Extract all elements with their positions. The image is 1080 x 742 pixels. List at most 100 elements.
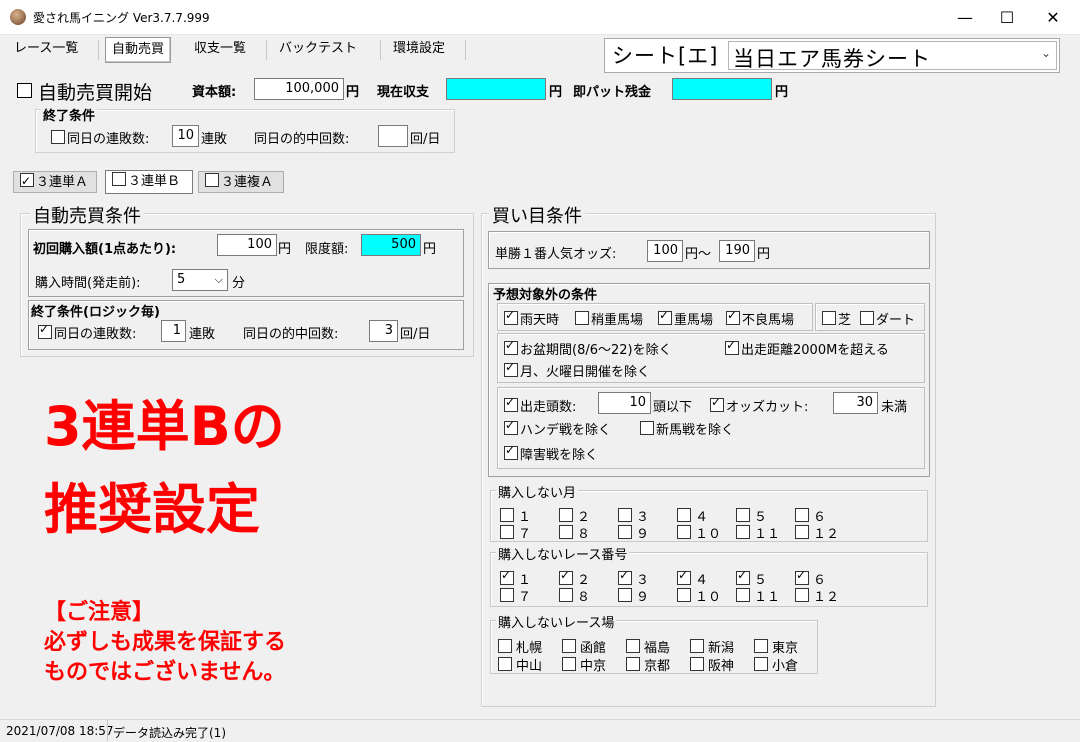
close-button[interactable]: ✕ — [1030, 0, 1076, 34]
month-checkbox[interactable] — [677, 525, 691, 539]
runners-input[interactable]: 10 — [598, 392, 651, 414]
surface-dirt-checkbox[interactable] — [860, 311, 874, 325]
favorite-odds-max-input[interactable]: 190 — [719, 240, 755, 262]
venue-checkbox[interactable] — [626, 657, 640, 671]
favorite-odds-min-input[interactable]: 100 — [647, 240, 683, 262]
end-streak-checkbox[interactable] — [51, 130, 65, 144]
logic-streak-checkbox[interactable] — [38, 322, 52, 339]
venue-checkbox[interactable] — [690, 657, 704, 671]
month-checkbox[interactable] — [736, 525, 750, 539]
race-number-toggle[interactable]: ７ — [500, 586, 531, 605]
weather-rain-toggle[interactable]: 雨天時 — [504, 308, 559, 328]
month-checkbox[interactable] — [795, 508, 809, 522]
month-checkbox[interactable] — [618, 525, 632, 539]
tab-settings[interactable]: 環境設定 — [387, 37, 451, 61]
odds-cut-toggle[interactable]: オッズカット: — [710, 395, 808, 415]
obon-toggle[interactable]: お盆期間(8/6〜22)を除く — [504, 338, 672, 358]
minimize-button[interactable]: — — [942, 0, 988, 34]
race-number-checkbox[interactable] — [795, 568, 809, 585]
track-bad-toggle[interactable]: 不良馬場 — [726, 308, 794, 328]
logic-streak-input[interactable]: 1 — [161, 320, 186, 342]
weekday-checkbox[interactable] — [504, 360, 518, 377]
track-bad-checkbox[interactable] — [726, 308, 740, 325]
bet-tab-trifecta-b[interactable]: ３連単Ｂ — [105, 170, 193, 194]
venue-checkbox[interactable] — [498, 657, 512, 671]
venue-toggle[interactable]: 札幌 — [498, 637, 542, 656]
month-toggle[interactable]: １０ — [677, 523, 721, 542]
newcomer-checkbox[interactable] — [640, 421, 654, 435]
tab-backtest[interactable]: バックテスト — [273, 37, 363, 61]
track-heavy-checkbox[interactable] — [658, 308, 672, 325]
handicap-checkbox[interactable] — [504, 418, 518, 435]
race-number-toggle[interactable]: ８ — [559, 586, 590, 605]
end-streak-input[interactable]: 10 — [172, 125, 199, 147]
newcomer-toggle[interactable]: 新馬戦を除く — [640, 419, 734, 438]
end-hits-input[interactable] — [378, 125, 408, 147]
odds-cut-checkbox[interactable] — [710, 395, 724, 412]
race-number-checkbox[interactable] — [677, 588, 691, 602]
venue-toggle[interactable]: 福島 — [626, 637, 670, 656]
race-number-checkbox[interactable] — [500, 568, 514, 585]
race-number-checkbox[interactable] — [736, 568, 750, 585]
bet-tab-trio-a[interactable]: ３連複Ａ — [198, 171, 284, 193]
bet-tab-trifecta-a[interactable]: ３連単Ａ — [13, 170, 97, 193]
race-number-checkbox[interactable] — [736, 588, 750, 602]
month-toggle[interactable]: １１ — [736, 523, 780, 542]
venue-checkbox[interactable] — [562, 639, 576, 653]
weather-rain-checkbox[interactable] — [504, 308, 518, 325]
tab-auto-trade[interactable]: 自動売買 — [105, 37, 172, 63]
venue-checkbox[interactable] — [754, 657, 768, 671]
capital-input[interactable]: 100,000 — [254, 78, 344, 100]
venue-checkbox[interactable] — [562, 657, 576, 671]
track-slightly-heavy-checkbox[interactable] — [575, 311, 589, 325]
venue-checkbox[interactable] — [626, 639, 640, 653]
month-checkbox[interactable] — [677, 508, 691, 522]
handicap-toggle[interactable]: ハンデ戦を除く — [504, 418, 611, 438]
month-checkbox[interactable] — [559, 508, 573, 522]
surface-turf-toggle[interactable]: 芝 — [822, 309, 851, 328]
race-number-toggle[interactable]: １１ — [736, 586, 780, 605]
runners-checkbox[interactable] — [504, 395, 518, 412]
surface-dirt-toggle[interactable]: ダート — [860, 309, 915, 328]
track-slightly-heavy-toggle[interactable]: 稍重馬場 — [575, 309, 643, 328]
venue-toggle[interactable]: 中京 — [562, 655, 606, 674]
venue-checkbox[interactable] — [690, 639, 704, 653]
surface-turf-checkbox[interactable] — [822, 311, 836, 325]
race-number-checkbox[interactable] — [618, 588, 632, 602]
venue-toggle[interactable]: 京都 — [626, 655, 670, 674]
month-checkbox[interactable] — [736, 508, 750, 522]
logic-streak-toggle[interactable]: 同日の連敗数: — [38, 322, 136, 342]
venue-toggle[interactable]: 函館 — [562, 637, 606, 656]
month-checkbox[interactable] — [795, 525, 809, 539]
month-checkbox[interactable] — [500, 508, 514, 522]
venue-toggle[interactable]: 新潟 — [690, 637, 734, 656]
race-number-checkbox[interactable] — [559, 588, 573, 602]
first-amount-input[interactable]: 100 — [217, 234, 277, 256]
weekday-toggle[interactable]: 月、火曜日開催を除く — [504, 360, 650, 380]
obon-checkbox[interactable] — [504, 338, 518, 355]
month-toggle[interactable]: ９ — [618, 523, 649, 542]
obstacle-toggle[interactable]: 障害戦を除く — [504, 443, 598, 463]
bet-tab-checkbox[interactable] — [20, 170, 34, 192]
race-number-checkbox[interactable] — [500, 588, 514, 602]
distance-checkbox[interactable] — [725, 338, 739, 355]
bet-tab-checkbox[interactable] — [205, 173, 219, 187]
limit-input[interactable]: 500 — [361, 234, 421, 256]
venue-checkbox[interactable] — [498, 639, 512, 653]
track-heavy-toggle[interactable]: 重馬場 — [658, 308, 713, 328]
month-checkbox[interactable] — [618, 508, 632, 522]
month-checkbox[interactable] — [500, 525, 514, 539]
end-streak-toggle[interactable]: 同日の連敗数: — [51, 128, 149, 147]
race-number-checkbox[interactable] — [559, 568, 573, 585]
tab-race-list[interactable]: レース一覧 — [8, 37, 84, 61]
maximize-button[interactable]: ☐ — [984, 0, 1030, 34]
purchase-time-select[interactable]: 5 ⌵ — [172, 269, 228, 291]
distance-toggle[interactable]: 出走距離2000Mを超える — [725, 338, 889, 358]
sheet-dropdown[interactable]: 当日エア馬券シート ⌄ — [728, 41, 1057, 71]
venue-toggle[interactable]: 小倉 — [754, 655, 798, 674]
race-number-toggle[interactable]: １０ — [677, 586, 721, 605]
race-number-checkbox[interactable] — [795, 588, 809, 602]
venue-toggle[interactable]: 中山 — [498, 655, 542, 674]
venue-toggle[interactable]: 東京 — [754, 637, 798, 656]
race-number-checkbox[interactable] — [618, 568, 632, 585]
